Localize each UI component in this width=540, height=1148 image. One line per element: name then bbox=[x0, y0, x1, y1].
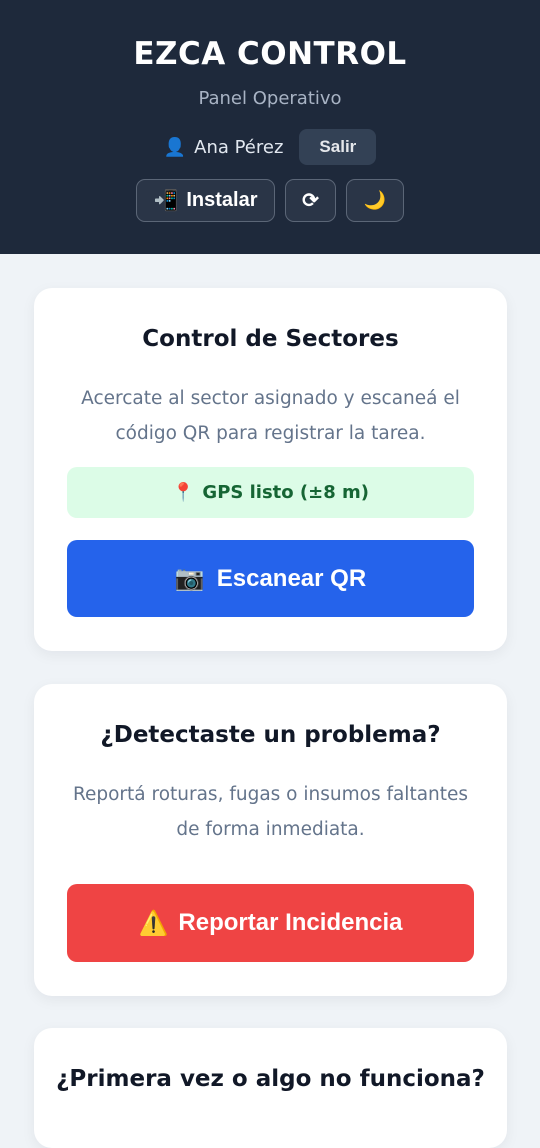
camera-icon: 📷 bbox=[174, 565, 205, 592]
refresh-button[interactable]: ⟳ bbox=[285, 179, 336, 222]
user-icon: 👤 bbox=[163, 136, 187, 158]
user-row: 👤 Ana Pérez Salir bbox=[0, 129, 540, 165]
incident-card-description: Reportá roturas, fugas o insumos faltant… bbox=[72, 784, 469, 840]
help-card-title: ¿Primera vez o algo no funciona? bbox=[56, 1066, 485, 1092]
pin-icon: 📍 bbox=[172, 482, 195, 503]
refresh-icon: ⟳ bbox=[302, 190, 319, 212]
moon-icon: 🌙 bbox=[363, 190, 387, 210]
scan-qr-label: Escanear QR bbox=[216, 564, 367, 592]
sectors-card-title: Control de Sectores bbox=[142, 326, 399, 352]
scan-qr-button[interactable]: 📷 Escanear QR bbox=[67, 540, 474, 617]
install-icon: 📲 bbox=[153, 190, 179, 212]
logout-button[interactable]: Salir bbox=[299, 129, 377, 165]
theme-toggle-button[interactable]: 🌙 bbox=[346, 179, 404, 222]
sectors-card-description: Acercate al sector asignado y escaneá el… bbox=[81, 388, 460, 444]
incident-card: ¿Detectaste un problema? Reportá roturas… bbox=[34, 684, 507, 996]
user-name: Ana Pérez bbox=[194, 136, 284, 158]
report-incident-label: Reportar Incidencia bbox=[178, 909, 403, 936]
warning-icon: ⚠️ bbox=[138, 909, 169, 937]
sectors-card: Control de Sectores Acercate al sector a… bbox=[34, 288, 507, 651]
gps-status-label: GPS listo (±8 m) bbox=[202, 482, 369, 503]
app-subtitle: Panel Operativo bbox=[198, 88, 342, 109]
app-title: EZCA CONTROL bbox=[133, 36, 407, 72]
report-incident-button[interactable]: ⚠️ Reportar Incidencia bbox=[67, 884, 474, 962]
gps-status: 📍 GPS listo (±8 m) bbox=[67, 467, 474, 518]
install-button[interactable]: 📲 Instalar bbox=[136, 179, 275, 222]
help-card: ¿Primera vez o algo no funciona? bbox=[34, 1028, 507, 1148]
app-header: EZCA CONTROL Panel Operativo 👤 Ana Pérez… bbox=[0, 0, 540, 254]
install-label: Instalar bbox=[186, 189, 258, 211]
incident-card-title: ¿Detectaste un problema? bbox=[100, 722, 441, 748]
toolbar: 📲 Instalar ⟳ 🌙 bbox=[0, 179, 540, 222]
user-info: 👤 Ana Pérez bbox=[164, 137, 284, 158]
